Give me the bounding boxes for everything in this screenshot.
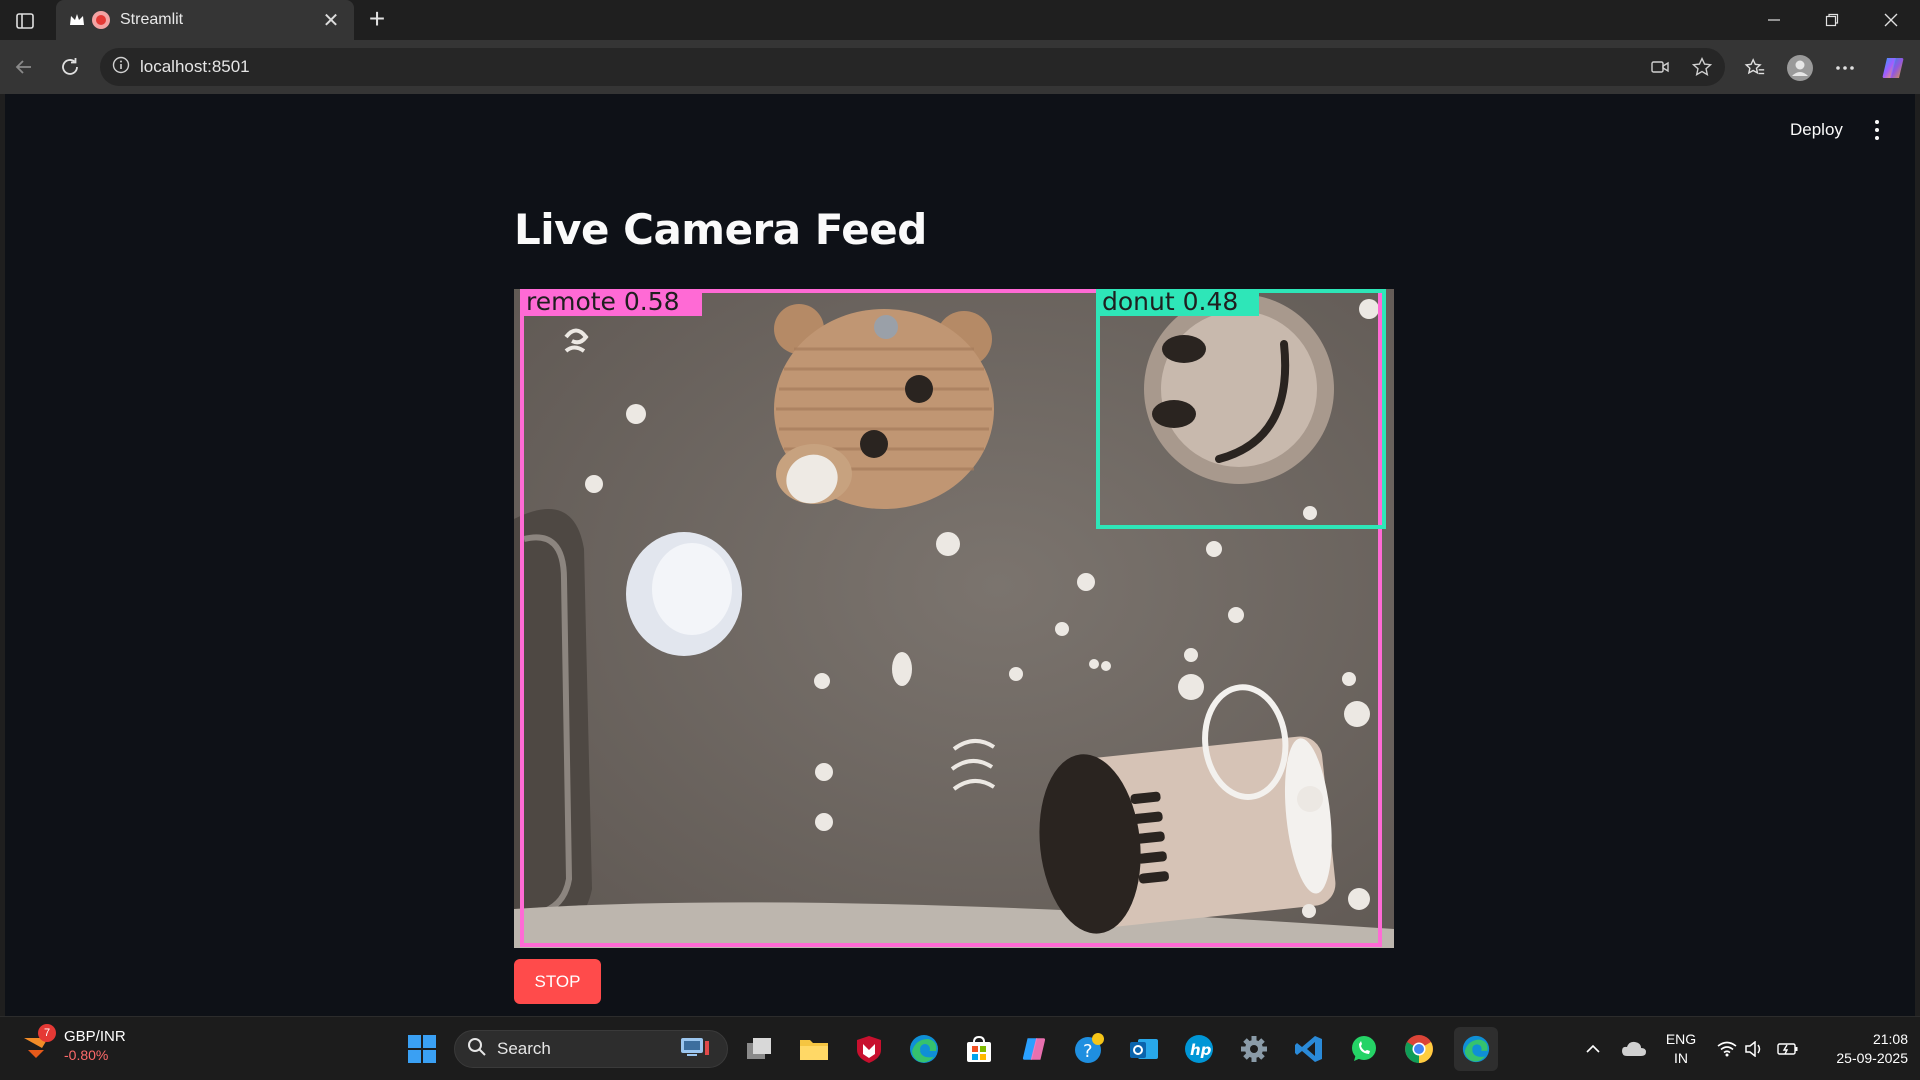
minimize-button[interactable] (1745, 0, 1803, 40)
donut-detection-label: donut 0.48 (1102, 289, 1238, 316)
file-explorer-icon[interactable] (794, 1029, 834, 1069)
tab-close-icon[interactable]: ✕ (320, 8, 342, 33)
edge-active-icon[interactable] (1454, 1027, 1498, 1071)
tab-title: Streamlit (120, 11, 184, 28)
tab-actions-icon[interactable] (12, 8, 38, 34)
more-options-icon[interactable] (1828, 51, 1862, 85)
browser-tab-streamlit[interactable]: Streamlit ✕ (56, 0, 354, 40)
widget-title: GBP/INR (64, 1028, 126, 1045)
back-button[interactable] (8, 51, 40, 83)
search-placeholder: Search (497, 1039, 551, 1058)
site-info-icon[interactable] (112, 56, 130, 79)
svg-text:hp: hp (1190, 1041, 1212, 1059)
url-text: localhost:8501 (140, 57, 250, 76)
clock-date: 25-09-2025 (1836, 1050, 1908, 1066)
browser-tab-bar: Streamlit ✕ + (0, 0, 1920, 40)
restore-button[interactable] (1803, 0, 1861, 40)
streamlit-app: Deploy Live Camera Feed remote 0.58 donu… (5, 94, 1915, 1016)
currency-widget[interactable]: 7 GBP/INR -0.80% (20, 1024, 126, 1065)
address-toolbar: localhost:8501 (0, 40, 1920, 94)
start-button[interactable] (402, 1029, 442, 1069)
recording-indicator-icon (92, 11, 110, 29)
clock[interactable]: 21:08 25-09-2025 (1808, 1030, 1908, 1068)
camera-frame: remote 0.58 donut 0.48 (514, 289, 1394, 948)
vscode-icon[interactable] (1289, 1029, 1329, 1069)
task-view-icon[interactable] (739, 1029, 779, 1069)
region-code: IN (1674, 1050, 1688, 1066)
camera-feed-image: remote 0.58 donut 0.48 (514, 289, 1394, 948)
widget-change: -0.80% (64, 1047, 109, 1063)
profile-avatar-icon[interactable] (1783, 51, 1817, 85)
get-help-icon[interactable]: ? (1069, 1029, 1109, 1069)
main-menu-icon[interactable] (1867, 118, 1887, 142)
widget-weather-icon: 7 (20, 1024, 56, 1062)
deploy-button[interactable]: Deploy (1790, 120, 1843, 140)
new-tab-button[interactable]: + (362, 4, 392, 34)
taskbar-search[interactable]: Search (454, 1030, 728, 1068)
mcafee-icon[interactable] (849, 1029, 889, 1069)
whatsapp-icon[interactable] (1344, 1029, 1384, 1069)
streamlit-favicon-icon (68, 11, 86, 29)
svg-text:?: ? (1083, 1041, 1093, 1062)
microsoft-store-icon[interactable] (959, 1029, 999, 1069)
clock-time: 21:08 (1872, 1031, 1908, 1047)
outlook-icon[interactable] (1124, 1029, 1164, 1069)
reload-button[interactable] (54, 51, 86, 83)
hp-icon[interactable]: hp (1179, 1029, 1219, 1069)
copilot-app-icon[interactable] (1014, 1029, 1054, 1069)
search-icon (467, 1037, 487, 1062)
widget-badge: 7 (38, 1024, 56, 1042)
address-bar[interactable]: localhost:8501 (100, 48, 1725, 86)
settings-gear-icon[interactable] (1234, 1029, 1274, 1069)
favorites-icon[interactable] (1738, 51, 1772, 85)
page-title: Live Camera Feed (514, 205, 927, 254)
windows-taskbar: 7 GBP/INR -0.80% Search ? hp ENG IN 21:0… (0, 1016, 1920, 1080)
search-highlight-icon (679, 1035, 713, 1064)
battery-icon[interactable] (1768, 1029, 1808, 1069)
close-window-button[interactable] (1862, 0, 1920, 40)
edge-icon[interactable] (904, 1029, 944, 1069)
show-hidden-icons-chevron-icon[interactable] (1573, 1029, 1613, 1069)
copilot-icon[interactable] (1876, 51, 1910, 85)
chrome-icon[interactable] (1399, 1029, 1439, 1069)
favorite-star-icon[interactable] (1684, 48, 1720, 86)
camera-in-use-icon[interactable] (1642, 48, 1678, 86)
language-indicator[interactable]: ENG IN (1656, 1030, 1706, 1068)
language-code: ENG (1665, 1031, 1697, 1047)
onedrive-cloud-icon[interactable] (1614, 1029, 1654, 1069)
stop-button[interactable]: STOP (514, 959, 601, 1004)
remote-detection-label: remote 0.58 (526, 289, 680, 316)
